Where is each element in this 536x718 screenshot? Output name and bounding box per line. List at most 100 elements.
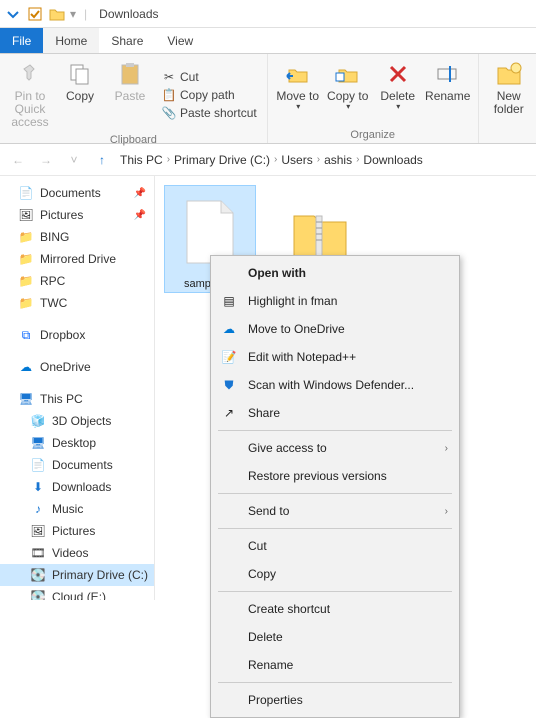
group-clipboard-label: Clipboard [6, 132, 261, 146]
scissors-icon: ✂ [162, 70, 176, 84]
breadcrumb[interactable]: This PC› Primary Drive (C:)› Users› ashi… [120, 153, 423, 167]
ctx-rename[interactable]: Rename [214, 651, 456, 679]
sidebar-item-documents[interactable]: 📄Documents📌 [0, 182, 154, 204]
ctx-defender[interactable]: ⛊Scan with Windows Defender... [214, 371, 456, 399]
move-to-icon [284, 60, 312, 88]
paste-button[interactable]: Paste [106, 58, 154, 132]
sidebar-item-downloads[interactable]: ⬇Downloads [0, 476, 154, 498]
paste-shortcut-icon: 📎 [162, 106, 176, 120]
tab-home[interactable]: Home [43, 28, 99, 53]
checkbox-icon[interactable] [26, 5, 44, 23]
tab-share[interactable]: Share [99, 28, 155, 53]
title-bar: ▾ | Downloads [0, 0, 536, 28]
copy-path-button[interactable]: 📋Copy path [158, 87, 261, 103]
breadcrumb-segment[interactable]: Users [281, 153, 312, 167]
group-organize-label: Organize [274, 127, 472, 141]
back-button[interactable]: ← [8, 150, 28, 170]
chevron-right-icon: › [445, 506, 448, 517]
breadcrumb-segment[interactable]: This PC [120, 153, 163, 167]
ctx-open-with[interactable]: Open with [214, 259, 456, 287]
drive-icon: 💽 [30, 589, 46, 600]
folder-icon [48, 5, 66, 23]
download-icon: ⬇ [30, 479, 46, 495]
rename-button[interactable]: Rename [424, 58, 472, 114]
folder-icon: 📁 [18, 251, 34, 267]
paste-icon [116, 60, 144, 88]
sidebar-item-documents[interactable]: 📄Documents [0, 454, 154, 476]
sidebar-item-twc[interactable]: 📁TWC [0, 292, 154, 314]
paste-shortcut-button[interactable]: 📎Paste shortcut [158, 105, 261, 121]
tab-view[interactable]: View [155, 28, 205, 53]
breadcrumb-segment[interactable]: Downloads [363, 153, 422, 167]
ctx-copy[interactable]: Copy [214, 560, 456, 588]
recent-button[interactable]: ˅ [64, 150, 84, 170]
dropbox-icon: ⧉ [18, 327, 34, 343]
ctx-delete[interactable]: Delete [214, 623, 456, 651]
drive-icon: 💽 [30, 567, 46, 583]
sidebar-item-primary-drive[interactable]: 💽Primary Drive (C:) [0, 564, 154, 586]
down-arrow-icon[interactable] [4, 5, 22, 23]
sidebar-item-thispc[interactable]: 🖥This PC [0, 388, 154, 410]
ctx-restore[interactable]: Restore previous versions [214, 462, 456, 490]
pin-icon: 📌 [134, 210, 146, 221]
forward-button[interactable]: → [36, 150, 56, 170]
pictures-icon: 🖼 [30, 523, 46, 539]
folder-icon: 📁 [18, 229, 34, 245]
ctx-send-to[interactable]: Send to› [214, 497, 456, 525]
pin-quick-access-button[interactable]: Pin to Quick access [6, 58, 54, 132]
sidebar-item-desktop[interactable]: 🖥Desktop [0, 432, 154, 454]
sidebar-item-bing[interactable]: 📁BING [0, 226, 154, 248]
sidebar-item-mirrored[interactable]: 📁Mirrored Drive [0, 248, 154, 270]
3d-icon: 🧊 [30, 413, 46, 429]
window-title: Downloads [99, 7, 158, 21]
ribbon: Pin to Quick access Copy Paste ✂Cut 📋Cop… [0, 54, 536, 144]
copy-path-icon: 📋 [162, 88, 176, 102]
ctx-share[interactable]: ↗Share [214, 399, 456, 427]
notepad-icon: 📝 [220, 348, 238, 366]
sidebar-item-3dobjects[interactable]: 🧊3D Objects [0, 410, 154, 432]
video-icon: 🎞 [30, 545, 46, 561]
pictures-icon: 🖼 [18, 207, 34, 223]
cut-button[interactable]: ✂Cut [158, 69, 261, 85]
tab-file[interactable]: File [0, 28, 43, 53]
ctx-create-shortcut[interactable]: Create shortcut [214, 595, 456, 623]
document-icon: 📄 [18, 185, 34, 201]
sidebar-item-dropbox[interactable]: ⧉Dropbox [0, 324, 154, 346]
music-icon: ♪ [30, 501, 46, 517]
delete-button[interactable]: Delete▾ [374, 58, 422, 114]
copy-button[interactable]: Copy [56, 58, 104, 132]
sidebar-item-pictures[interactable]: 🖼Pictures📌 [0, 204, 154, 226]
ribbon-tabs: File Home Share View [0, 28, 536, 54]
sidebar-item-onedrive[interactable]: ☁OneDrive [0, 356, 154, 378]
copy-to-icon [334, 60, 362, 88]
shield-icon: ⛊ [220, 376, 238, 394]
breadcrumb-segment[interactable]: Primary Drive (C:) [174, 153, 270, 167]
onedrive-icon: ☁ [18, 359, 34, 375]
sidebar-item-rpc[interactable]: 📁RPC [0, 270, 154, 292]
ctx-onedrive[interactable]: ☁Move to OneDrive [214, 315, 456, 343]
chevron-right-icon: › [445, 443, 448, 454]
fman-icon: ▤ [220, 292, 238, 310]
move-to-button[interactable]: Move to▾ [274, 58, 322, 114]
sidebar-item-cloud[interactable]: 💽Cloud (E:) [0, 586, 154, 600]
new-folder-button[interactable]: New folder [485, 58, 533, 118]
ctx-cut[interactable]: Cut [214, 532, 456, 560]
sidebar-item-pictures[interactable]: 🖼Pictures [0, 520, 154, 542]
document-icon: 📄 [30, 457, 46, 473]
address-bar: ← → ˅ ↑ This PC› Primary Drive (C:)› Use… [0, 144, 536, 176]
sidebar-item-music[interactable]: ♪Music [0, 498, 154, 520]
sidebar-item-videos[interactable]: 🎞Videos [0, 542, 154, 564]
ctx-fman[interactable]: ▤Highlight in fman [214, 287, 456, 315]
folder-icon: 📁 [18, 295, 34, 311]
pin-icon [16, 60, 44, 88]
pc-icon: 🖥 [18, 391, 34, 407]
ctx-give-access[interactable]: Give access to› [214, 434, 456, 462]
copy-to-button[interactable]: Copy to▾ [324, 58, 372, 114]
desktop-icon: 🖥 [30, 435, 46, 451]
ctx-properties[interactable]: Properties [214, 686, 456, 714]
breadcrumb-segment[interactable]: ashis [324, 153, 352, 167]
delete-icon [384, 60, 412, 88]
ctx-notepad[interactable]: 📝Edit with Notepad++ [214, 343, 456, 371]
up-button[interactable]: ↑ [92, 150, 112, 170]
share-icon: ↗ [220, 404, 238, 422]
